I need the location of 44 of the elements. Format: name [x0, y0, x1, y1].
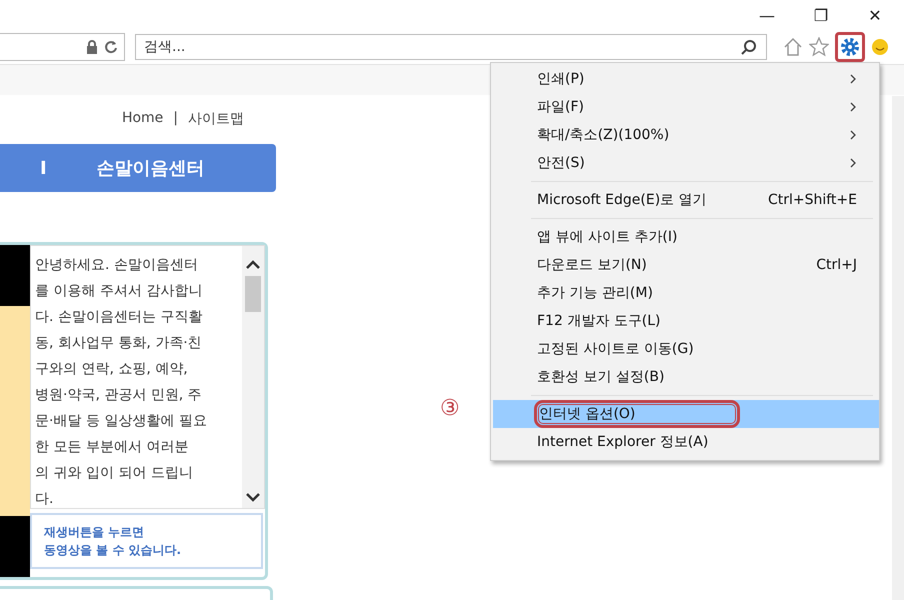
banner-marker: I: [40, 158, 47, 178]
link-separator: |: [173, 110, 178, 128]
step-marker: ③: [440, 395, 460, 421]
address-field[interactable]: [0, 33, 125, 61]
menu-item[interactable]: F12 개발자 도구(L): [491, 307, 879, 335]
scroll-down-icon[interactable]: [246, 492, 260, 502]
settings-icon: [840, 37, 860, 57]
star-icon[interactable]: [809, 37, 829, 57]
menu-item[interactable]: Internet Explorer 정보(A): [491, 428, 879, 456]
lock-icon: [86, 40, 98, 54]
home-icon[interactable]: [783, 37, 803, 57]
menu-item[interactable]: 파일(F): [491, 93, 879, 121]
chevron-icon: [849, 158, 857, 168]
menu-item[interactable]: 고정된 사이트로 이동(G): [491, 335, 879, 363]
home-link[interactable]: Home: [122, 110, 164, 128]
menu-item[interactable]: 추가 기능 관리(M): [491, 279, 879, 307]
shortcut-text: Ctrl+J: [816, 257, 857, 273]
minimize-button[interactable]: —: [752, 6, 782, 24]
menu-item[interactable]: 다운로드 보기(N) Ctrl+J: [491, 251, 879, 279]
menu-item[interactable]: 호환성 보기 설정(B): [491, 363, 879, 391]
menu-item[interactable]: Microsoft Edge(E)로 열기 Ctrl+Shift+E: [491, 186, 879, 214]
search-icon[interactable]: [741, 39, 757, 55]
shortcut-text: Ctrl+Shift+E: [768, 192, 857, 208]
refresh-icon[interactable]: [104, 40, 118, 54]
sitemap-link[interactable]: 사이트맵: [188, 110, 244, 128]
restore-button[interactable]: ❐: [806, 6, 836, 24]
close-button[interactable]: ✕: [860, 6, 890, 24]
search-field[interactable]: 검색...: [135, 34, 767, 60]
chevron-icon: [849, 102, 857, 112]
scroll-thumb[interactable]: [245, 276, 261, 312]
menu-item[interactable]: 앱 뷰에 사이트 추가(I): [491, 223, 879, 251]
settings-button[interactable]: [835, 32, 865, 62]
banner-title: 손말이음센터: [96, 157, 205, 180]
chevron-icon: [849, 130, 857, 140]
notice-text: 재생버튼을 누르면 동영상을 볼 수 있습니다.: [30, 513, 263, 569]
smiley-icon[interactable]: [871, 38, 889, 56]
menu-item[interactable]: 확대/축소(Z)(100%): [491, 121, 879, 149]
scroll-up-icon[interactable]: [246, 260, 260, 270]
intro-text: 안녕하세요. 손말이음센터 를 이용해 주셔서 감사합니 다. 손말이음센터는 구직활 동, 회사업무 통화, 가족·친 구와의 연락, 쇼핑, 예약, 병원·약국, 관공서 민원, 주 문·배달 등 일상생활에 필요 한 모든 부분에서 여러분 의 귀와 입이 되어 드립니 다.: [34, 256, 208, 508]
menu-item[interactable]: 안전(S): [491, 149, 879, 177]
menu-item[interactable]: 인터넷 옵션(O): [493, 400, 879, 428]
chevron-icon: [849, 74, 857, 84]
scrollbar[interactable]: [242, 246, 264, 508]
video-player[interactable]: [0, 245, 30, 577]
